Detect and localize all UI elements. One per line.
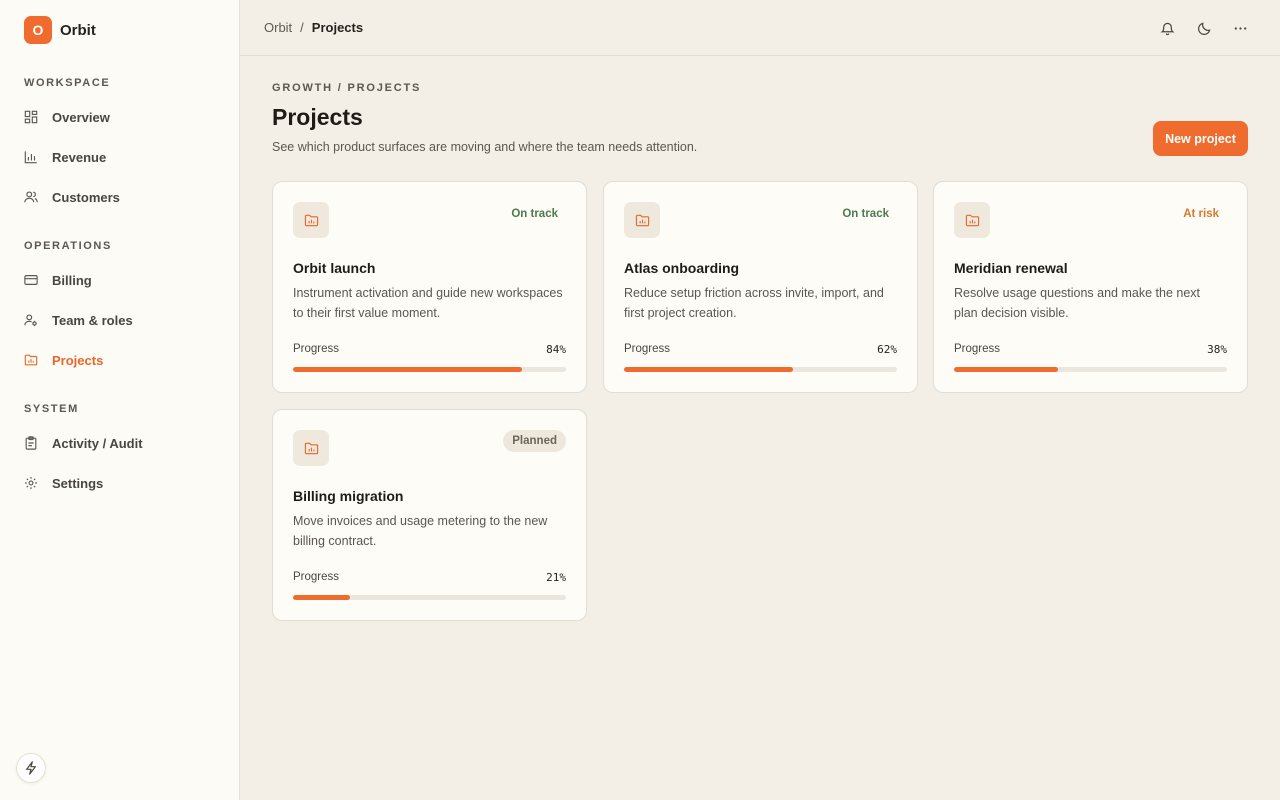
project-folder-icon [954,202,990,238]
theme-toggle-button[interactable] [1195,19,1213,37]
sidebar-item-label: Activity / Audit [52,435,143,451]
sidebar-item-label: Settings [52,475,104,491]
project-title: Meridian renewal [954,260,1068,276]
progress-value: 84% [546,343,566,356]
sidebar: O Orbit WORKSPACE Overview Revenue Custo… [0,0,240,800]
project-card[interactable]: On track Orbit launch Instrument activat… [272,181,587,393]
progress-value: 38% [1207,343,1227,356]
nav-section-system: SYSTEM [24,403,79,415]
progress-fill [293,595,351,600]
project-folder-icon [624,202,660,238]
project-folder-icon [293,430,329,466]
more-options-button[interactable] [1231,19,1249,37]
breadcrumb-separator: / [300,20,304,35]
project-description: Resolve usage questions and make the nex… [954,286,1200,320]
sidebar-item-label: Revenue [52,149,107,165]
progress-label: Progress [293,343,340,355]
status-badge: On track [511,208,558,220]
sidebar-item-activity-audit[interactable]: Activity / Audit [24,429,224,457]
new-project-button[interactable]: New project [1153,121,1248,156]
progress-label: Progress [954,343,1001,355]
brand-name: Orbit [60,21,96,39]
project-card[interactable]: At risk Meridian renewal Resolve usage q… [933,181,1248,393]
status-badge: Planned [503,430,566,452]
sidebar-item-label: Customers [52,189,120,205]
bar-chart-icon [24,151,37,164]
project-card[interactable]: On track Atlas onboarding Reduce setup f… [603,181,918,393]
more-horizontal-icon [1234,26,1246,30]
progress-value: 62% [877,343,897,356]
nav-section-operations: OPERATIONS [24,240,112,252]
progress-label: Progress [293,571,340,583]
project-description: Instrument activation and guide new work… [293,286,563,320]
progress-fill [293,367,523,372]
credit-card-icon [24,275,38,285]
folder-chart-icon [24,354,38,366]
progress-bar [293,367,566,372]
sidebar-item-label: Team & roles [52,312,133,328]
project-description: Reduce setup friction across invite, imp… [624,286,884,320]
nav-section-workspace: WORKSPACE [24,77,111,89]
progress-bar [624,367,897,372]
sidebar-item-billing[interactable]: Billing [24,266,224,294]
page-title: Projects [272,104,363,130]
brand[interactable]: O Orbit [24,16,96,44]
sidebar-item-label: Overview [52,109,110,125]
progress-bar [293,595,566,600]
status-badge: At risk [1183,208,1219,220]
clipboard-icon [25,436,37,450]
quick-actions-button[interactable] [16,753,46,783]
project-description: Move invoices and usage metering to the … [293,514,548,548]
moon-icon [1197,21,1211,35]
sidebar-item-customers[interactable]: Customers [24,183,224,211]
progress-fill [954,367,1058,372]
user-cog-icon [24,314,37,327]
status-badge: On track [842,208,889,220]
gear-icon [25,477,37,489]
sidebar-item-revenue[interactable]: Revenue [24,143,224,171]
breadcrumb: Orbit / Projects [264,20,363,35]
sidebar-item-settings[interactable]: Settings [24,469,224,497]
page-subtitle: See which product surfaces are moving an… [272,140,698,154]
grid-icon [24,110,38,124]
sidebar-item-team-roles[interactable]: Team & roles [24,306,224,334]
progress-bar [954,367,1227,372]
topbar: Orbit / Projects [240,0,1280,56]
users-icon [24,191,38,203]
progress-value: 21% [546,571,566,584]
project-card[interactable]: Planned Billing migration Move invoices … [272,409,587,621]
progress-label: Progress [624,343,671,355]
breadcrumb-root[interactable]: Orbit [264,20,292,35]
sidebar-item-label: Projects [52,352,104,368]
progress-fill [624,367,794,372]
lightning-icon [26,761,36,775]
sidebar-item-label: Billing [52,272,92,288]
notifications-button[interactable] [1158,19,1176,37]
bell-icon [1159,22,1175,35]
project-title: Orbit launch [293,260,376,276]
project-title: Atlas onboarding [624,260,740,276]
brand-logo: O [24,16,52,44]
sidebar-item-projects[interactable]: Projects [24,346,224,374]
project-folder-icon [293,202,329,238]
page-eyebrow: GROWTH / PROJECTS [272,82,422,94]
sidebar-item-overview[interactable]: Overview [24,103,224,131]
project-title: Billing migration [293,488,404,504]
breadcrumb-current: Projects [311,20,364,35]
